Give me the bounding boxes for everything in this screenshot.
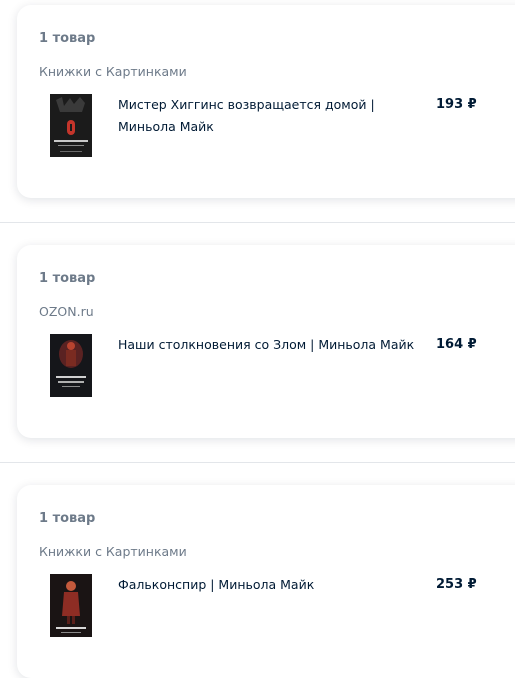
item-count: 1 товар — [39, 271, 96, 286]
seller-name[interactable]: Книжки с Картинками — [39, 64, 187, 79]
order-divider — [0, 222, 515, 223]
item-price: 193 ₽ — [436, 97, 477, 112]
book-cover-image[interactable] — [50, 94, 92, 157]
order-card[interactable]: 1 товар OZON.ru Наши столкновения со Зло… — [17, 245, 515, 438]
item-count: 1 товар — [39, 31, 96, 46]
item-title-link[interactable]: Фальконспир | Миньола Майк — [118, 574, 423, 596]
seller-name[interactable]: OZON.ru — [39, 304, 94, 319]
order-card[interactable]: 1 товар Книжки с Картинками Фальконспир … — [17, 485, 515, 678]
book-cover-image[interactable] — [50, 334, 92, 397]
item-title-link[interactable]: Мистер Хиггинс возвращается домой | Минь… — [118, 94, 423, 138]
item-price: 164 ₽ — [436, 337, 477, 352]
item-price: 253 ₽ — [436, 577, 477, 592]
book-cover-image[interactable] — [50, 574, 92, 637]
seller-name[interactable]: Книжки с Картинками — [39, 544, 187, 559]
order-divider — [0, 462, 515, 463]
item-title-link[interactable]: Наши столкновения со Злом | Миньола Майк — [118, 334, 423, 356]
item-count: 1 товар — [39, 511, 96, 526]
order-card[interactable]: 1 товар Книжки с Картинками Мистер Хигги… — [17, 5, 515, 198]
